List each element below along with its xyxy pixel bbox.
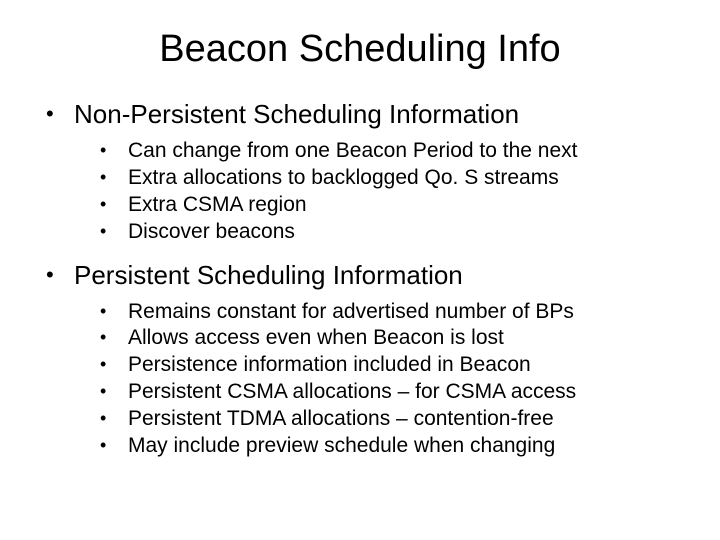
section-0: Non-Persistent Scheduling Information Ca…: [46, 99, 680, 246]
list-item: Can change from one Beacon Period to the…: [100, 138, 680, 165]
list-item: Persistent TDMA allocations – contention…: [100, 406, 680, 433]
list-item: Extra allocations to backlogged Qo. S st…: [100, 165, 680, 192]
list-item: Extra CSMA region: [100, 192, 680, 219]
section-1: Persistent Scheduling Information Remain…: [46, 260, 680, 460]
bullet-list-level2: Can change from one Beacon Period to the…: [100, 138, 680, 246]
list-item: Persistent CSMA allocations – for CSMA a…: [100, 379, 680, 406]
list-item: May include preview schedule when changi…: [100, 433, 680, 460]
bullet-list-level1: Non-Persistent Scheduling Information Ca…: [46, 99, 680, 460]
list-item: Allows access even when Beacon is lost: [100, 325, 680, 352]
section-heading: Persistent Scheduling Information: [74, 260, 463, 290]
list-item: Discover beacons: [100, 219, 680, 246]
list-item: Remains constant for advertised number o…: [100, 299, 680, 326]
list-item: Persistence information included in Beac…: [100, 352, 680, 379]
slide-title: Beacon Scheduling Info: [40, 28, 680, 71]
bullet-list-level2: Remains constant for advertised number o…: [100, 299, 680, 460]
section-heading: Non-Persistent Scheduling Information: [74, 99, 519, 129]
